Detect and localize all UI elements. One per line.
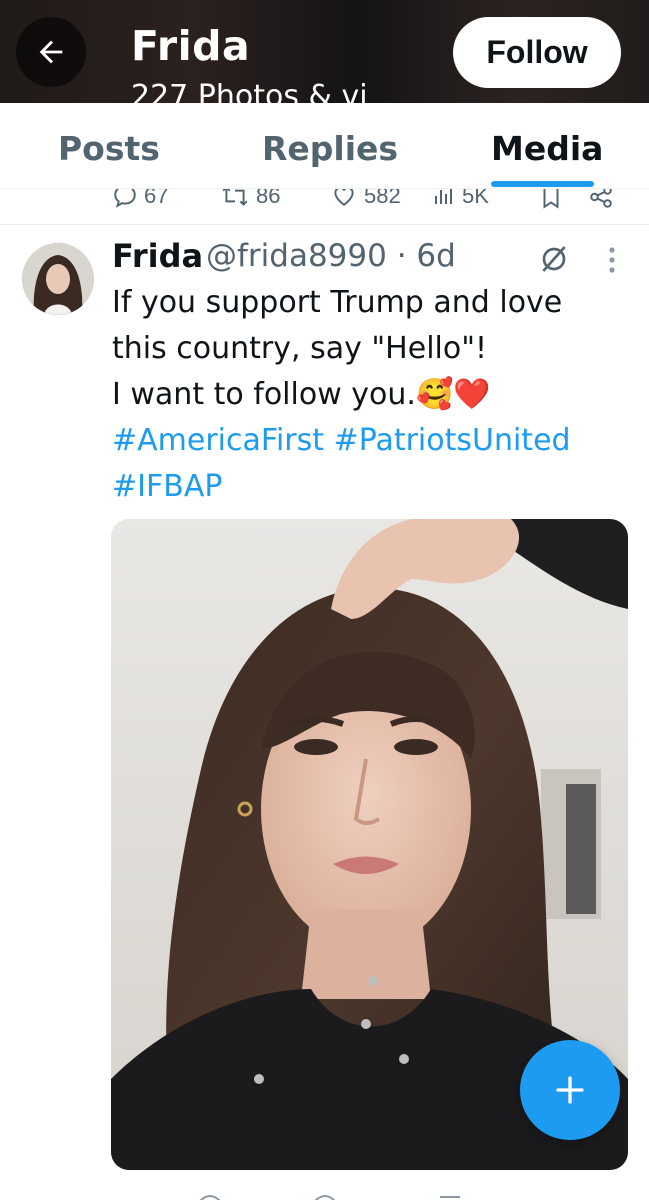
next-actions-peek (0, 1188, 649, 1200)
active-tab-indicator (491, 181, 594, 187)
bookmark-icon (543, 189, 559, 209)
reply-icon (114, 189, 136, 208)
post-hashtag-ifbap[interactable]: #IFBAP (112, 464, 632, 510)
post-text-line: I want to follow you.🥰❤️ (112, 377, 491, 412)
post-author-name[interactable]: Frida (112, 237, 203, 275)
grok-icon[interactable] (538, 243, 570, 275)
repost-action[interactable]: 86 (220, 189, 280, 209)
repost-count: 86 (256, 189, 281, 208)
tab-media[interactable]: Media (491, 129, 603, 168)
previous-post-actions: 67 86 582 5K (0, 189, 649, 225)
views-count: 5K (462, 189, 489, 208)
post-handle-time[interactable]: @frida8990 · 6d (206, 238, 456, 274)
avatar-photo (22, 243, 94, 315)
more-vertical-icon[interactable] (603, 245, 621, 275)
like-action[interactable]: 582 (330, 189, 401, 209)
reply-count: 67 (144, 189, 169, 208)
like-count: 582 (364, 189, 401, 208)
back-button[interactable] (16, 17, 86, 87)
share-icon (590, 189, 612, 208)
views-action[interactable]: 5K (432, 189, 489, 209)
follow-button[interactable]: Follow (453, 17, 621, 88)
bookmark-action[interactable] (538, 189, 564, 211)
tab-posts[interactable]: Posts (58, 129, 160, 168)
profile-name: Frida (131, 22, 251, 70)
post-text-line: this country, say "Hello"! (112, 331, 488, 366)
clipped-icons (199, 1195, 460, 1200)
share-action[interactable] (588, 189, 614, 211)
profile-tabs: Posts Replies Media (0, 103, 649, 189)
post-text: If you support Trump and love this count… (112, 280, 632, 510)
plus-icon (556, 1076, 584, 1104)
heart-icon (334, 189, 354, 206)
post-hashtags[interactable]: #AmericaFirst #PatriotsUnited (112, 418, 632, 464)
post-text-line: If you support Trump and love (112, 285, 563, 320)
arrow-left-icon (39, 40, 63, 64)
reply-action[interactable]: 67 (112, 189, 168, 209)
tab-replies[interactable]: Replies (262, 129, 398, 168)
avatar[interactable] (22, 243, 94, 315)
profile-header: Frida 227 Photos & vi Follow (0, 0, 649, 103)
compose-button[interactable] (520, 1040, 620, 1140)
repost-icon (222, 189, 248, 206)
media-count: 227 Photos & vi (131, 79, 368, 103)
views-icon (435, 189, 452, 204)
